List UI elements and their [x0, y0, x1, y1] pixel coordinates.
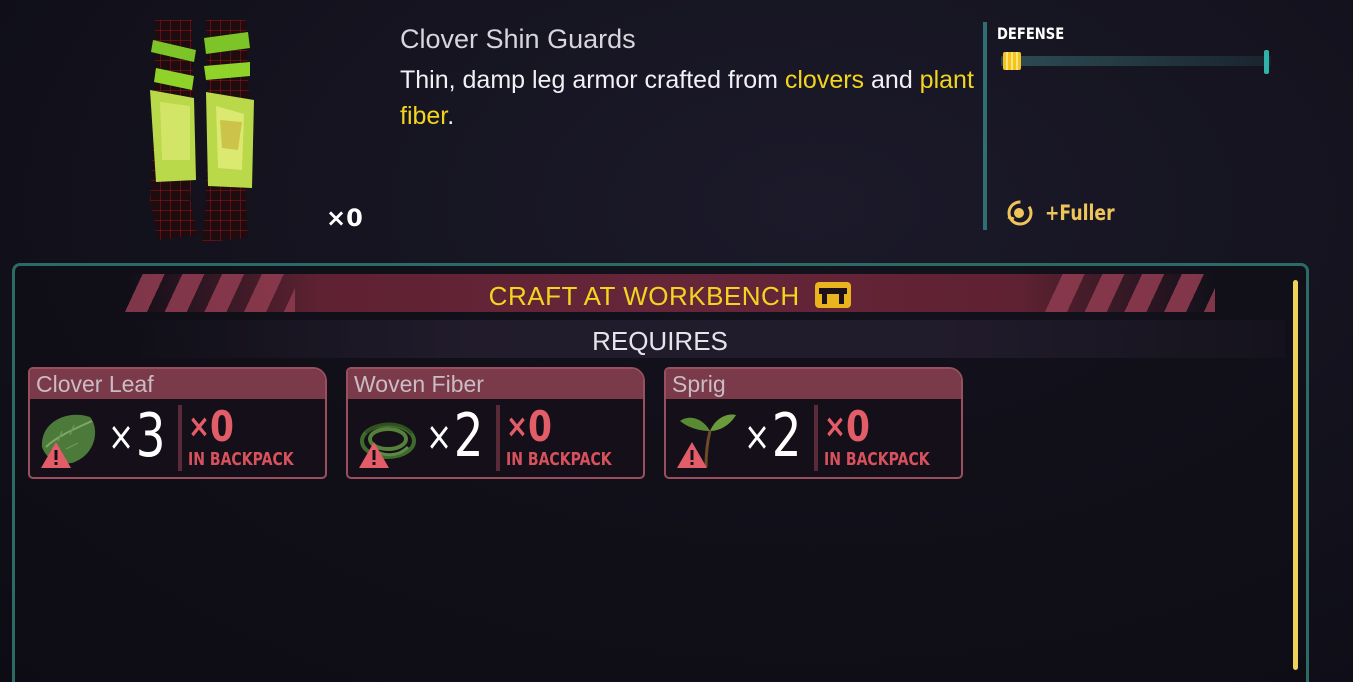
- warning-icon: [677, 442, 707, 468]
- in-backpack-label: IN BACKPACK: [824, 449, 930, 470]
- owned-quantity: ×0: [188, 402, 234, 451]
- card-divider: [814, 405, 818, 471]
- in-backpack-label: IN BACKPACK: [506, 449, 612, 470]
- required-quantity: ×2: [744, 401, 802, 471]
- craft-panel: CRAFT AT WORKBENCH REQUIRES Clover Leaf: [12, 263, 1309, 682]
- stats-panel: DEFENSE +Fuller: [983, 22, 1273, 230]
- desc-text: Thin, damp leg armor crafted from: [400, 66, 785, 94]
- ingredient-name: Sprig: [666, 369, 961, 399]
- desc-highlight-clovers: clovers: [784, 66, 865, 94]
- required-quantity: ×3: [108, 401, 166, 471]
- requires-bar: REQUIRES: [125, 320, 1285, 358]
- craft-title: CRAFT AT WORKBENCH: [125, 281, 1215, 312]
- effect-text: +Fuller: [1045, 201, 1115, 225]
- owned-quantity: ×0: [506, 402, 552, 451]
- warning-icon: [359, 442, 389, 468]
- item-name: Clover Shin Guards: [400, 24, 636, 54]
- ingredient-list: Clover Leaf ×3 ×0 IN BACKPACK Woven Fibe…: [28, 367, 963, 479]
- required-quantity: ×2: [426, 401, 484, 471]
- scrollbar[interactable]: [1293, 280, 1298, 670]
- defense-bar-cap: [1264, 50, 1269, 74]
- effect-row: +Fuller: [1005, 198, 1130, 228]
- ingredient-name: Woven Fiber: [348, 369, 643, 399]
- craft-title-text: CRAFT AT WORKBENCH: [488, 281, 800, 311]
- item-description: Thin, damp leg armor crafted from clover…: [400, 62, 980, 134]
- defense-bar-fill: [1003, 52, 1021, 70]
- ingredient-card-sprig[interactable]: Sprig ×2 ×0 IN BACKPACK: [664, 367, 963, 479]
- ingredient-name: Clover Leaf: [30, 369, 325, 399]
- in-backpack-label: IN BACKPACK: [188, 449, 294, 470]
- card-divider: [178, 405, 182, 471]
- card-divider: [496, 405, 500, 471]
- requires-label: REQUIRES: [592, 326, 728, 356]
- fuller-effect-icon: [1007, 200, 1033, 226]
- desc-text: and: [864, 66, 920, 94]
- ingredient-card-clover-leaf[interactable]: Clover Leaf ×3 ×0 IN BACKPACK: [28, 367, 327, 479]
- defense-bar-track: [1001, 56, 1271, 66]
- ingredient-card-woven-fiber[interactable]: Woven Fiber ×2 ×0 IN BACKPACK: [346, 367, 645, 479]
- craft-banner: CRAFT AT WORKBENCH: [125, 274, 1215, 312]
- owned-count: ×0: [326, 204, 363, 232]
- desc-text: .: [447, 102, 455, 130]
- defense-label: DEFENSE: [997, 24, 1065, 43]
- warning-icon: [41, 442, 71, 468]
- owned-quantity: ×0: [824, 402, 870, 451]
- defense-bar: [1001, 50, 1271, 74]
- workbench-icon: [815, 282, 852, 308]
- clover-shin-guards-icon: [120, 10, 280, 255]
